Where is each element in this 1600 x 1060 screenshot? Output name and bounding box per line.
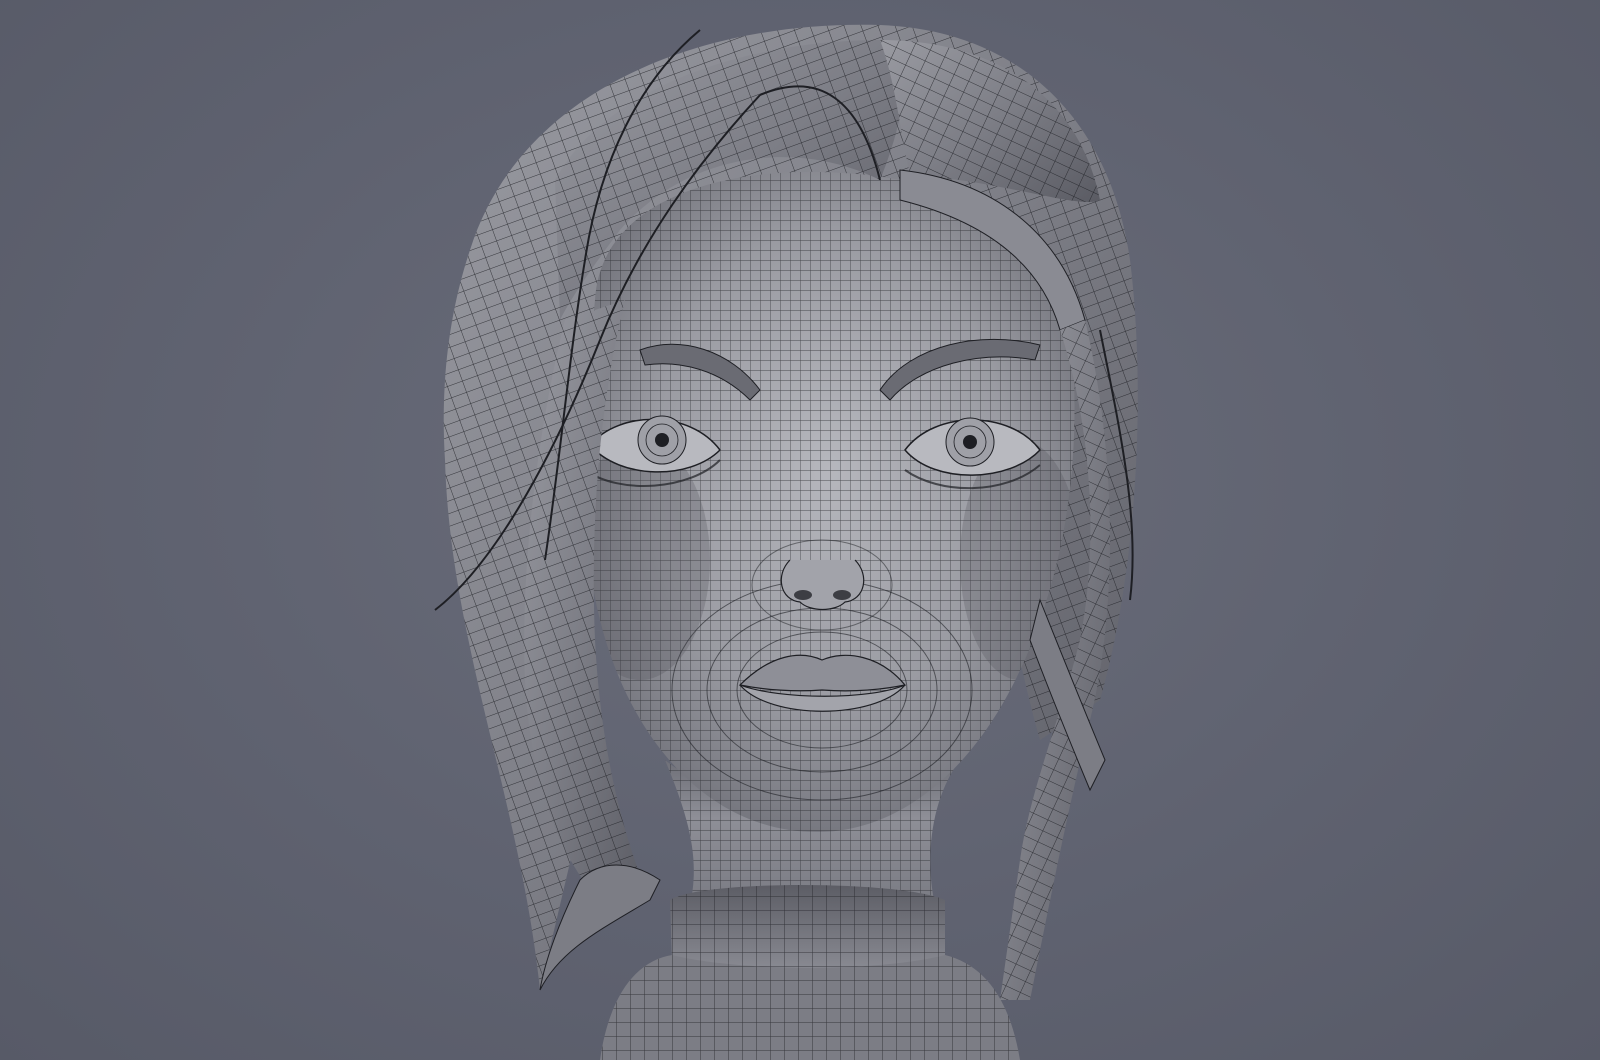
collar [600,885,1020,1060]
face [584,171,1075,833]
wireframe-head-icon [434,24,1138,1060]
render-viewport [0,0,1600,1060]
